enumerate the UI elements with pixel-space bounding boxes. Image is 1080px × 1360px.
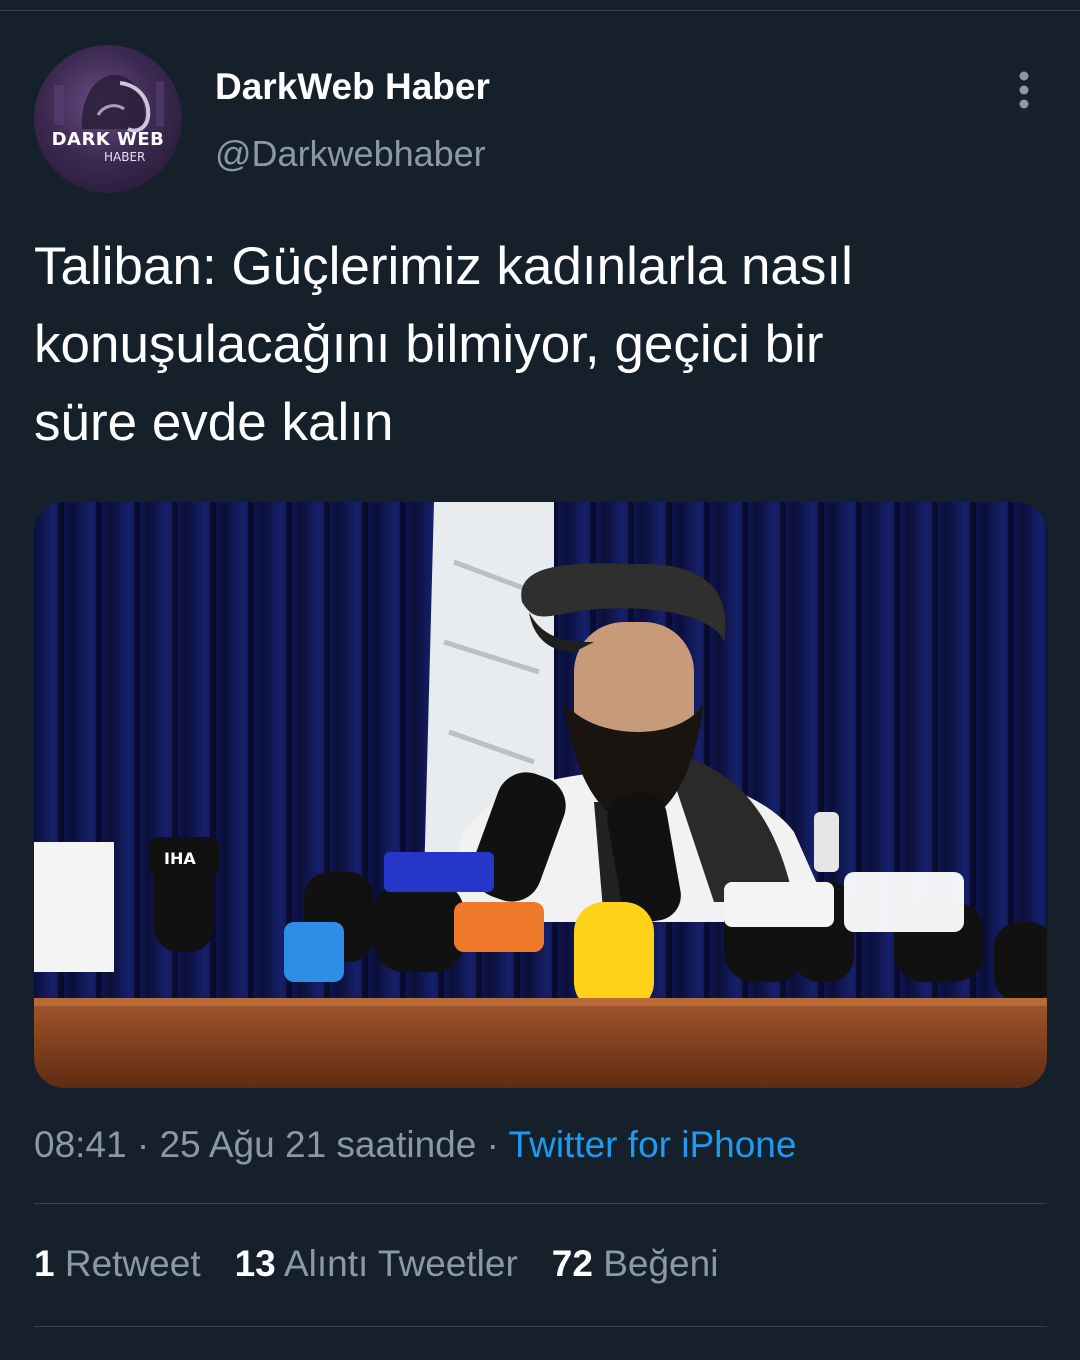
author-handle[interactable]: @Darkwebhaber xyxy=(215,133,486,175)
avatar-hood-figure xyxy=(54,75,164,133)
meta-separator: · xyxy=(476,1124,509,1165)
divider xyxy=(34,1326,1047,1327)
more-vertical-icon xyxy=(1019,71,1029,109)
avatar-logo-subtext: HABER xyxy=(104,150,146,164)
stat-count: 1 xyxy=(34,1243,55,1284)
tweet-meta: 08:41 · 25 Ağu 21 saatinde · Twitter for… xyxy=(34,1124,796,1166)
likes-count-link[interactable]: 72 Beğeni xyxy=(552,1243,719,1285)
tweet-source-link[interactable]: Twitter for iPhone xyxy=(509,1124,797,1165)
more-options-button[interactable] xyxy=(1004,68,1044,112)
avatar-logo-text: DARK WEB xyxy=(51,129,165,150)
tweet-time: 08:41 xyxy=(34,1124,127,1165)
press-conference-photo: IHA xyxy=(34,502,1047,1088)
tweet-date: 25 Ağu 21 saatinde xyxy=(159,1124,477,1165)
stat-label: Beğeni xyxy=(603,1243,719,1284)
stat-count: 72 xyxy=(551,1243,593,1284)
tweet-text-line: Taliban: Güçlerimiz kadınlarla nasıl xyxy=(34,237,853,296)
mic-flag-label: IHA xyxy=(164,849,196,868)
retweet-count-link[interactable]: 1 Retweet xyxy=(34,1243,201,1285)
meta-separator: · xyxy=(126,1124,160,1165)
tweet-text-line: süre evde kalın xyxy=(34,393,394,452)
tweet-photo[interactable]: IHA xyxy=(34,502,1047,1088)
divider xyxy=(34,1203,1047,1204)
stat-label: Alıntı Tweetler xyxy=(284,1243,518,1284)
stat-label: Retweet xyxy=(64,1243,201,1284)
tweet-text: Taliban: Güçlerimiz kadınlarla nasıl kon… xyxy=(34,228,1044,462)
author-display-name[interactable]: DarkWeb Haber xyxy=(215,66,490,108)
tweet-stats: 1 Retweet 13 Alıntı Tweetler 72 Beğeni xyxy=(34,1243,752,1285)
stat-count: 13 xyxy=(234,1243,276,1284)
top-divider xyxy=(0,10,1080,11)
avatar[interactable]: DARK WEB HABER xyxy=(34,45,182,193)
quote-tweets-count-link[interactable]: 13 Alıntı Tweetler xyxy=(235,1243,518,1285)
tweet-detail-page: DARK WEB HABER DarkWeb Haber @Darkwebhab… xyxy=(0,0,1080,1360)
tweet-text-line: konuşulacağını bilmiyor, geçici bir xyxy=(34,315,824,374)
